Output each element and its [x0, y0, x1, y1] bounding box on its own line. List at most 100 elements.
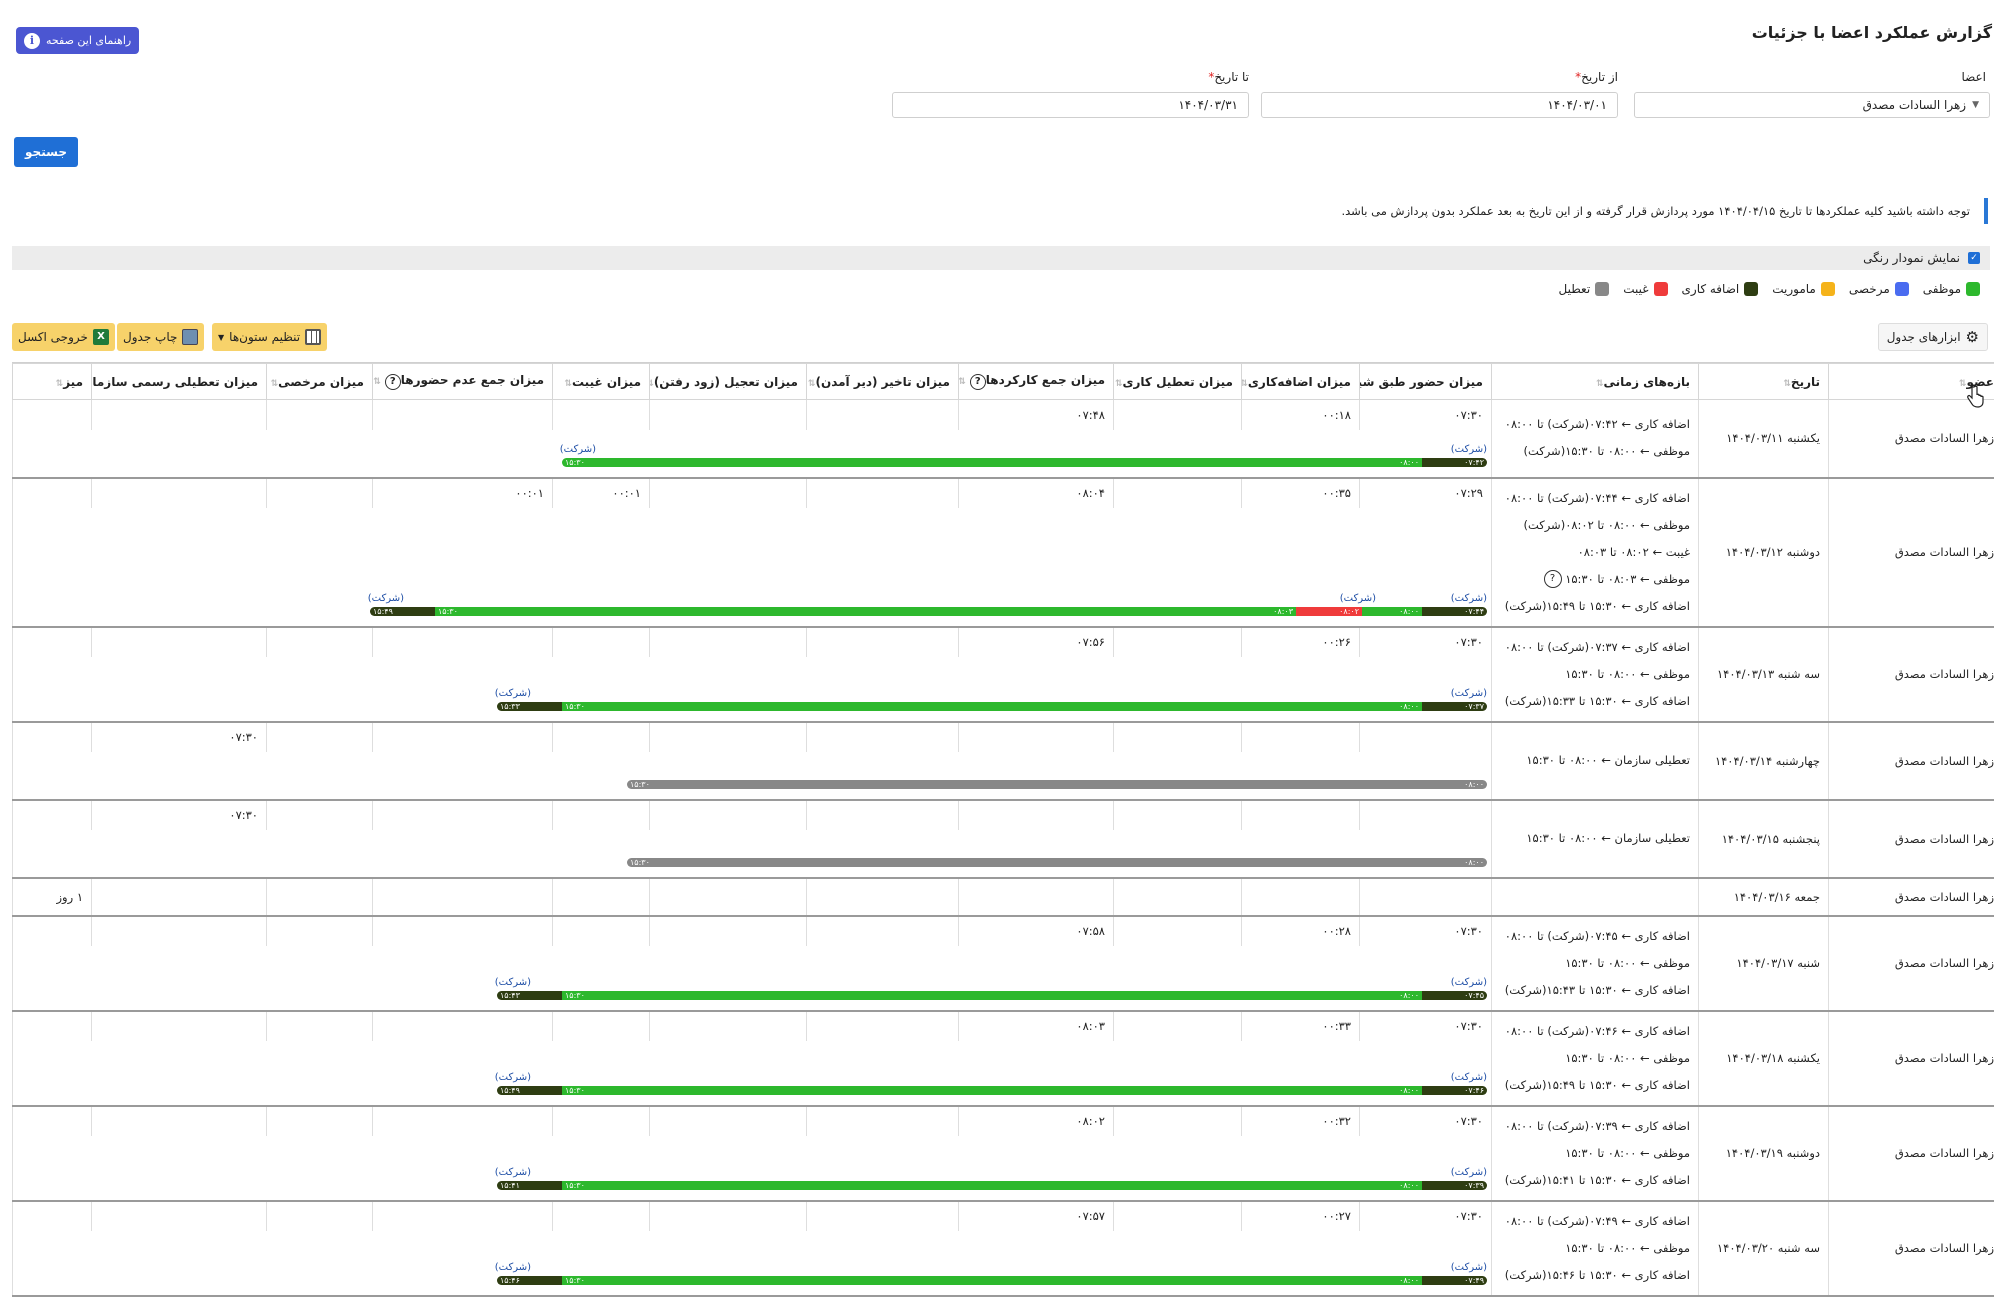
member-cell: زهرا السادات مصدق [1828, 1200, 1994, 1297]
value-cell-last [12, 1200, 92, 1232]
column-header[interactable]: میزان تعطیل کاری⇅ [1113, 363, 1242, 400]
value-cell-official-holiday [91, 399, 267, 430]
value-cell-delay [806, 476, 959, 508]
value-cell-overtime: ۰۰:۳۵ [1241, 476, 1360, 508]
sort-icon[interactable]: ⇅ [960, 377, 966, 387]
column-header[interactable]: میزان تعجیل (زود رفتن)⇅ [649, 363, 807, 400]
column-header[interactable]: میزان اضافه‌کاری⇅ [1241, 363, 1360, 400]
from-date-input[interactable]: ۱۴۰۴/۰۳/۰۱ [1261, 92, 1618, 118]
value-cell-absence [552, 877, 650, 917]
table-tools-button[interactable]: ⚙ ابزارهای جدول [1877, 323, 1988, 351]
value-cell-early [649, 1200, 807, 1232]
value-cell-total-work: ۰۸:۰۴ [958, 476, 1114, 508]
column-header[interactable]: میزان جمع عدم حضورها?⇅ [372, 363, 553, 400]
value-cell-overtime: ۰۰:۲۶ [1241, 626, 1360, 658]
value-cell-absence [552, 721, 650, 752]
help-icon[interactable]: ? [969, 374, 986, 390]
column-header-label: میزان تعطیلی رسمی سازمان [91, 374, 259, 389]
column-settings-button[interactable]: تنظیم ستون‌ها ▼ [212, 323, 328, 351]
member-cell: زهرا السادات مصدق [1828, 721, 1994, 801]
value-cell-total-work [958, 721, 1114, 752]
date-cell: دوشنبه ۱۴۰۴/۰۳/۱۹ [1698, 1105, 1829, 1202]
intervals-cell: اضافه کاری ← ۰۷:۴۵(شرکت) تا ۰۸:۰۰ موظفی ←… [1491, 915, 1699, 1012]
intervals-cell: اضافه کاری ← ۰۷:۳۷(شرکت) تا ۰۸:۰۰ موظفی ←… [1491, 626, 1699, 723]
timeline-cell: ۰۷:۳۹ ۱۵:۳۰ ۰۸:۰۰ ۱۵:۴۱ (شرکت) (شرکت) [12, 1136, 1492, 1202]
value-cell-total-absence [372, 1105, 553, 1137]
value-cell-total-absence [372, 799, 553, 830]
interval-line: تعطیلی سازمان ← ۰۸:۰۰ تا ۱۵:۳۰ [1526, 753, 1690, 767]
report-table-container[interactable]: عضو⇅ تاریخ⇅ بازه‌های زمانی⇅ میزان حضور طبق … [12, 362, 1994, 1301]
column-header[interactable]: میزان مرخصی⇅ [266, 363, 373, 400]
company-label: (شرکت) [494, 1166, 531, 1178]
sort-icon[interactable]: ⇅ [1115, 379, 1123, 389]
print-table-button[interactable]: چاپ جدول [117, 323, 205, 351]
value-cell-delay [806, 399, 959, 430]
legend-label: غیبت [1623, 282, 1649, 296]
timeline-segment: ۰۷:۴۵ [1422, 990, 1487, 1000]
segment-end-time: ۱۵:۳۰ [565, 990, 585, 1000]
column-header-label: میزان جمع کارکردها [985, 373, 1105, 387]
value-cell-delay [806, 1200, 959, 1232]
color-chart-toggle-bar: ✓ نمایش نمودار رنگی [12, 246, 1990, 270]
table-row: زهرا السادات مصدق پنجشنبه ۱۴۰۴/۰۳/۱۵ تعطیل… [12, 799, 1994, 879]
help-button[interactable]: i راهنمای این صفحه [16, 27, 140, 54]
segment-end-time: ۱۵:۴۹ [500, 1085, 520, 1095]
intervals-cell: اضافه کاری ← ۰۷:۳۹(شرکت) تا ۰۸:۰۰ موظفی ←… [1491, 1105, 1699, 1202]
value-cell-overtime [1241, 721, 1360, 752]
column-header[interactable]: بازه‌های زمانی⇅ [1491, 363, 1699, 400]
timeline-segment: ۱۵:۳۰ ۰۸:۰۰ [562, 1085, 1422, 1095]
segment-end-time: ۱۵:۴۱ [500, 1180, 520, 1190]
sort-icon[interactable]: ⇅ [1596, 379, 1604, 389]
column-header[interactable]: میزان تعطیلی رسمی سازمان⇅ [91, 363, 267, 400]
interval-line: اضافه کاری ← ۱۵:۳۰ تا ۱۵:۴۶(شرکت) [1504, 1267, 1690, 1282]
to-date-value: ۱۴۰۴/۰۳/۳۱ [1178, 98, 1238, 112]
date-cell: سه شنبه ۱۴۰۴/۰۳/۱۳ [1698, 626, 1829, 723]
column-header[interactable]: میزان جمع کارکردها?⇅ [958, 363, 1114, 400]
column-header[interactable]: تاریخ⇅ [1698, 363, 1829, 400]
interval-line: موظفی ← ۰۸:۰۰ تا ۱۵:۳۰ [1565, 1240, 1690, 1255]
value-cell-last [12, 1105, 92, 1137]
value-cell-total-absence [372, 1200, 553, 1232]
to-date-input[interactable]: ۱۴۰۴/۰۳/۳۱ [892, 92, 1249, 118]
segment-start-time: ۰۸:۰۳ [1273, 606, 1293, 616]
segment-end-time: ۱۵:۳۰ [565, 1275, 585, 1285]
segment-end-time: ۱۵:۳۰ [565, 457, 585, 467]
timeline-cell: ۰۷:۳۷ ۱۵:۳۰ ۰۸:۰۰ ۱۵:۳۳ (شرکت) (شرکت) [12, 657, 1492, 723]
value-cell-leave [266, 399, 373, 430]
value-cell-attendance: ۰۷:۳۰ [1359, 626, 1492, 658]
legend-item: غیبت [1623, 282, 1668, 296]
segment-start-time: ۰۷:۴۲ [1464, 457, 1484, 467]
company-label: (شرکت) [494, 1071, 531, 1083]
timeline-cell: ۰۷:۴۶ ۱۵:۳۰ ۰۸:۰۰ ۱۵:۴۹ (شرکت) (شرکت) [12, 1041, 1492, 1107]
intervals-cell: اضافه کاری ← ۰۷:۴۲(شرکت) تا ۰۸:۰۰ موظفی ←… [1491, 399, 1699, 479]
help-icon[interactable]: ? [1543, 570, 1562, 588]
info-icon: i [24, 32, 40, 49]
table-row: زهرا السادات مصدق سه شنبه ۱۴۰۴/۰۳/۱۳ اضافه… [12, 626, 1994, 723]
segment-end-time: ۱۵:۳۰ [565, 1085, 585, 1095]
interval-line: اضافه کاری ← ۰۷:۴۵(شرکت) تا ۰۸:۰۰ [1504, 928, 1690, 943]
legend: موظفی مرخصی ماموریت اضافه کاری غیبت تعطیل [1559, 282, 1980, 296]
segment-start-time: ۰۷:۴۹ [1464, 1275, 1484, 1285]
value-cell-holiday-work [1113, 476, 1242, 508]
column-header[interactable]: میزان غیبت⇅ [552, 363, 650, 400]
color-chart-checkbox[interactable]: ✓ [1968, 252, 1980, 264]
column-header[interactable]: میزان حضور طبق شیفت⇅ [1359, 363, 1492, 400]
value-cell-official-holiday [91, 1105, 267, 1137]
timeline-segment: ۱۵:۳۰ ۰۸:۰۰ [562, 701, 1422, 711]
sort-icon[interactable]: ⇅ [564, 379, 572, 389]
search-button[interactable]: جستجو [14, 137, 78, 167]
sort-icon[interactable]: ⇅ [1783, 379, 1791, 389]
timeline-segment: ۱۵:۳۰ ۰۸:۰۰ [562, 990, 1422, 1000]
column-header[interactable]: میز⇅ [12, 363, 92, 400]
sort-icon[interactable]: ⇅ [374, 377, 381, 387]
excel-export-button[interactable]: X خروجی اکسل [12, 323, 115, 351]
column-header-label: میزان جمع عدم حضورها [400, 373, 544, 387]
value-cell-attendance [1359, 799, 1492, 830]
segment-start-time: ۰۸:۰۰ [1399, 1275, 1419, 1285]
value-cell-attendance: ۰۷:۳۰ [1359, 915, 1492, 947]
help-icon[interactable]: ? [384, 374, 401, 390]
segment-start-time: ۰۷:۴۴ [1464, 606, 1484, 616]
column-header[interactable]: میزان تاخیر (دیر آمدن)⇅ [806, 363, 959, 400]
segment-end-time: ۱۵:۴۳ [500, 990, 520, 1000]
member-select[interactable]: ▼ زهرا السادات مصدق [1634, 92, 1990, 118]
